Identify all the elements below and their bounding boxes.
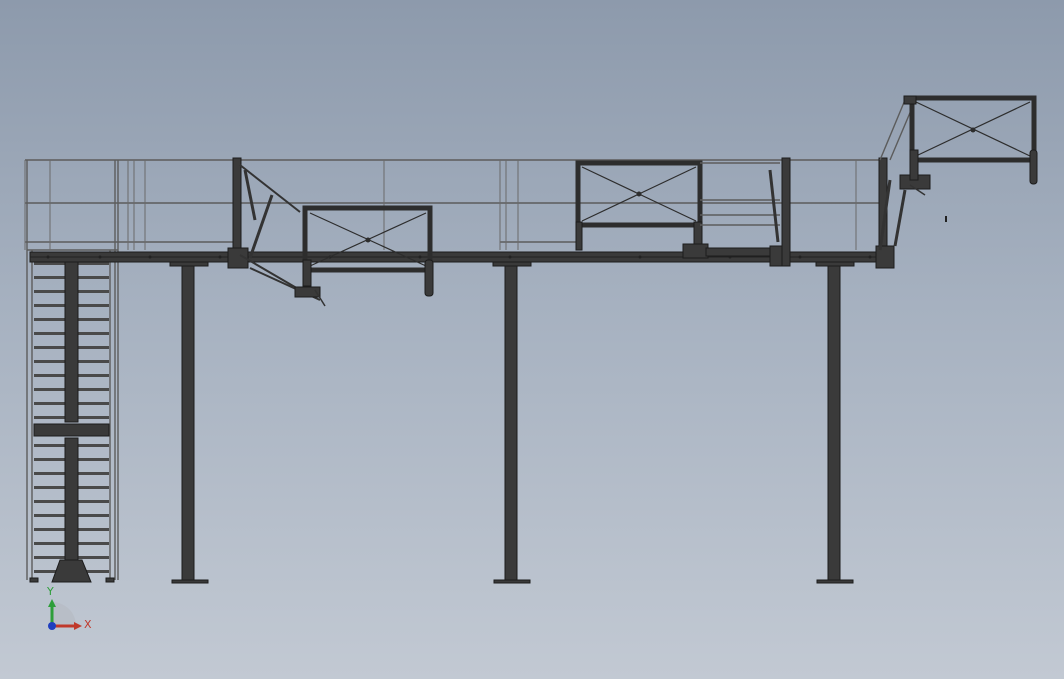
upper-frame-right[interactable]: [903, 95, 1038, 185]
support-columns[interactable]: [169, 261, 855, 584]
column-2: [492, 261, 532, 584]
center-gate-frame[interactable]: [575, 157, 791, 267]
z-axis-dot: [48, 622, 56, 630]
y-axis-label: Y: [46, 585, 54, 598]
staircase[interactable]: [26, 160, 119, 583]
coordinate-triad[interactable]: X Y: [46, 585, 92, 631]
x-axis-arrowhead: [74, 622, 82, 630]
structure-drawing: X Y: [24, 95, 1038, 631]
x-axis-label: X: [84, 618, 92, 631]
stair-stringer: [29, 261, 115, 583]
handrail[interactable]: [24, 159, 880, 250]
graphics-viewport[interactable]: X Y: [0, 0, 1064, 679]
column-3: [815, 261, 855, 584]
column-1: [169, 261, 209, 584]
